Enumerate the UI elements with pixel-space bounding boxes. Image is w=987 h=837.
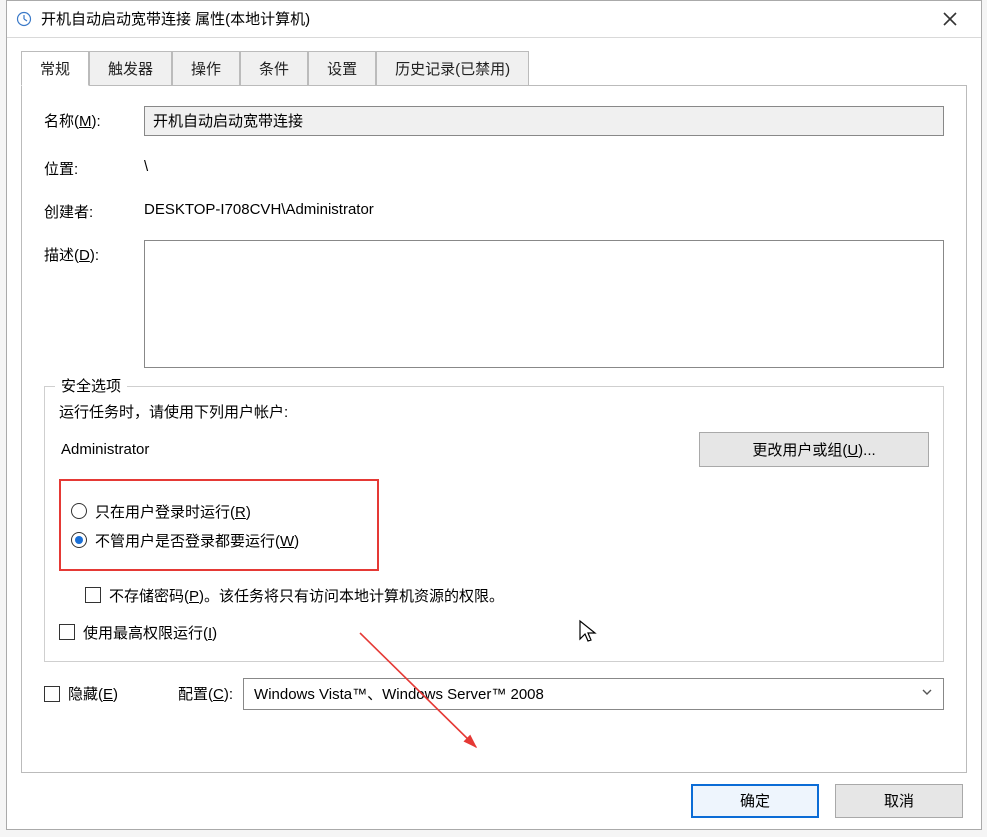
tab-panel-general: 名称(M): 位置: \ 创建者: DESKTOP-I708CVH\Admini… xyxy=(21,85,967,773)
no-store-password-label: 不存储密码(P)。该任务将只有访问本地计算机资源的权限。 xyxy=(109,585,504,606)
configure-for-select[interactable]: Windows Vista™、Windows Server™ 2008 xyxy=(243,678,944,710)
highest-privileges-check[interactable]: 使用最高权限运行(I) xyxy=(59,622,929,643)
configure-for-label: 配置(C): xyxy=(178,683,233,704)
chevron-down-icon xyxy=(921,685,933,702)
dialog-body: 常规 触发器 操作 条件 设置 历史记录(已禁用) 名称(M): 位置: \ 创… xyxy=(7,38,981,773)
radio-only-logged-on[interactable]: 只在用户登录时运行(R) xyxy=(71,501,367,522)
run-as-label: 运行任务时，请使用下列用户帐户: xyxy=(59,401,929,422)
tab-history[interactable]: 历史记录(已禁用) xyxy=(376,51,529,86)
tab-general[interactable]: 常规 xyxy=(21,51,89,86)
radio-run-whether-logged-on-label: 不管用户是否登录都要运行(W) xyxy=(95,530,299,551)
radio-only-logged-on-label: 只在用户登录时运行(R) xyxy=(95,501,251,522)
tab-conditions[interactable]: 条件 xyxy=(240,51,308,86)
security-legend: 安全选项 xyxy=(55,375,127,396)
tab-settings[interactable]: 设置 xyxy=(308,51,376,86)
name-row: 名称(M): xyxy=(44,106,944,136)
hidden-label: 隐藏(E) xyxy=(68,683,118,704)
creator-row: 创建者: DESKTOP-I708CVH\Administrator xyxy=(44,197,944,222)
highest-privileges-label: 使用最高权限运行(I) xyxy=(83,622,217,643)
no-store-password-check[interactable]: 不存储密码(P)。该任务将只有访问本地计算机资源的权限。 xyxy=(85,585,929,606)
account-row: Administrator 更改用户或组(U)... xyxy=(59,432,929,467)
radio-icon xyxy=(71,503,87,519)
hidden-check[interactable]: 隐藏(E) xyxy=(44,683,118,704)
ok-button[interactable]: 确定 xyxy=(691,784,819,818)
creator-label: 创建者: xyxy=(44,197,144,222)
location-label: 位置: xyxy=(44,154,144,179)
radio-run-whether-logged-on[interactable]: 不管用户是否登录都要运行(W) xyxy=(71,530,367,551)
checkbox-icon xyxy=(85,587,101,603)
name-input[interactable] xyxy=(144,106,944,136)
tab-strip: 常规 触发器 操作 条件 设置 历史记录(已禁用) xyxy=(21,52,967,86)
checkbox-icon xyxy=(44,686,60,702)
bottom-row: 隐藏(E) 配置(C): Windows Vista™、Windows Serv… xyxy=(44,678,944,710)
description-input[interactable] xyxy=(144,240,944,368)
location-row: 位置: \ xyxy=(44,154,944,179)
window-title: 开机自动启动宽带连接 属性(本地计算机) xyxy=(41,8,927,29)
close-icon xyxy=(943,12,957,26)
description-label: 描述(D): xyxy=(44,240,144,265)
tab-actions[interactable]: 操作 xyxy=(172,51,240,86)
change-user-button[interactable]: 更改用户或组(U)... xyxy=(699,432,929,467)
tab-triggers[interactable]: 触发器 xyxy=(89,51,172,86)
close-button[interactable] xyxy=(927,4,973,34)
account-name: Administrator xyxy=(59,437,689,462)
clock-icon xyxy=(15,10,33,28)
configure-for-value: Windows Vista™、Windows Server™ 2008 xyxy=(254,683,544,704)
titlebar: 开机自动启动宽带连接 属性(本地计算机) xyxy=(7,1,981,38)
radio-icon xyxy=(71,532,87,548)
description-row: 描述(D): xyxy=(44,240,944,368)
security-options-group: 安全选项 运行任务时，请使用下列用户帐户: Administrator 更改用户… xyxy=(44,386,944,662)
checkbox-icon xyxy=(59,624,75,640)
task-properties-dialog: 开机自动启动宽带连接 属性(本地计算机) 常规 触发器 操作 条件 设置 历史记… xyxy=(6,0,982,830)
run-mode-radios: 只在用户登录时运行(R) 不管用户是否登录都要运行(W) xyxy=(59,479,379,571)
name-label: 名称(M): xyxy=(44,106,144,131)
dialog-footer: 确定 取消 xyxy=(7,773,981,829)
creator-value: DESKTOP-I708CVH\Administrator xyxy=(144,197,944,218)
cancel-button[interactable]: 取消 xyxy=(835,784,963,818)
location-value: \ xyxy=(144,154,944,175)
